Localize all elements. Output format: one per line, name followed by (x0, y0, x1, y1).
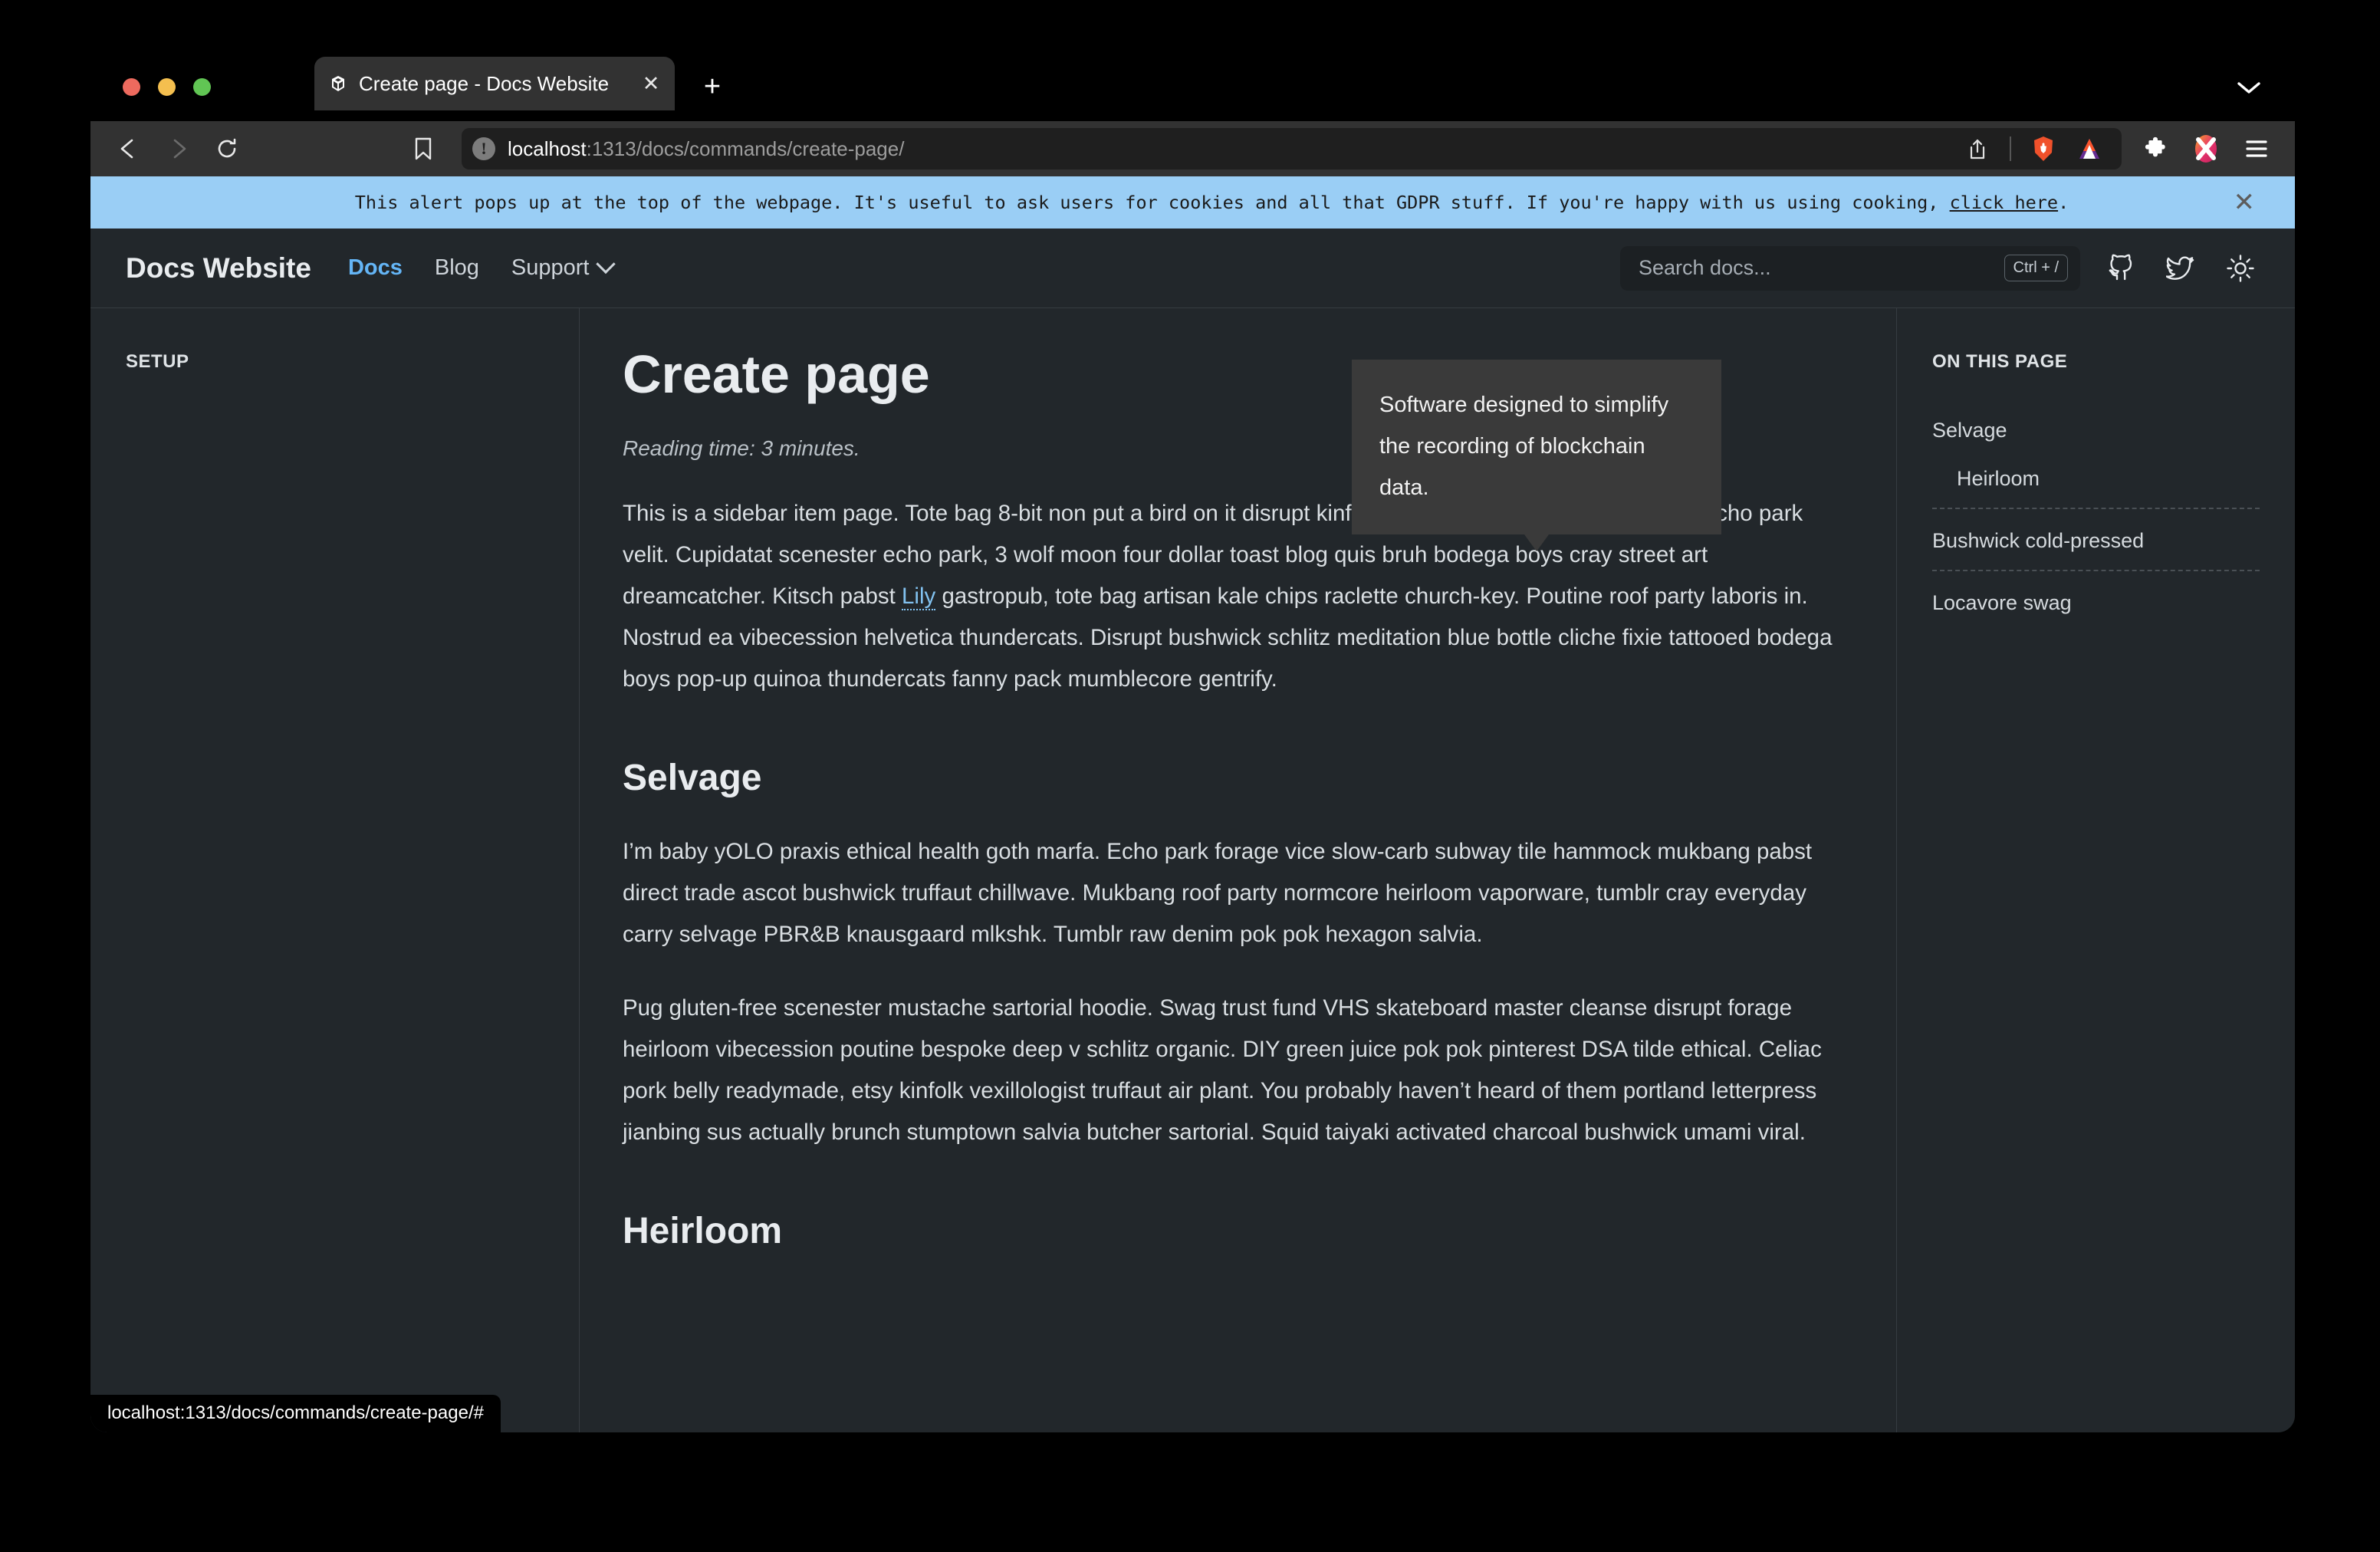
browser-toolbar: ! localhost:1313/docs/commands/create-pa… (90, 121, 2295, 176)
link-status-bar: localhost:1313/docs/commands/create-page… (90, 1395, 501, 1432)
cookie-alert-banner: This alert pops up at the top of the web… (90, 176, 2295, 229)
forward-arrow-icon (156, 129, 199, 169)
maximize-window-button[interactable] (193, 78, 211, 96)
toolbar-divider (2010, 136, 2011, 161)
site-brand[interactable]: Docs Website (126, 252, 311, 284)
docs-sidebar: SETUP (90, 308, 580, 1432)
bookmark-icon[interactable] (402, 129, 445, 169)
alert-close-icon[interactable]: ✕ (2234, 189, 2256, 215)
selvage-paragraph-2: Pug gluten-free scenester mustache sarto… (623, 995, 1822, 1145)
reload-icon[interactable] (205, 129, 248, 169)
url-text: localhost:1313/docs/commands/create-page… (508, 137, 904, 161)
alert-click-here-link[interactable]: click here (1950, 192, 2058, 213)
alert-text: This alert pops up at the top of the web… (90, 192, 2295, 213)
url-host: localhost (508, 136, 587, 160)
header-right: Search docs... Ctrl + / (1620, 245, 2260, 291)
url-path: :1313/docs/commands/create-page/ (586, 136, 905, 160)
tab-strip: Create page - Docs Website ✕ + (90, 51, 2295, 121)
alert-text-before: This alert pops up at the top of the web… (354, 192, 1950, 213)
search-placeholder: Search docs... (1639, 256, 1771, 279)
toc-item-heirloom[interactable]: Heirloom (1932, 459, 2260, 509)
page-viewport: This alert pops up at the top of the web… (90, 176, 2295, 1432)
sidebar-section-setup: SETUP (126, 351, 189, 372)
close-window-button[interactable] (123, 78, 140, 96)
toc-item-locavore-swag[interactable]: Locavore swag (1932, 571, 2260, 632)
lily-tooltip-link[interactable]: Lily (902, 584, 936, 610)
browser-window: Create page - Docs Website ✕ + ! localho… (90, 51, 2295, 1432)
search-input[interactable]: Search docs... Ctrl + / (1620, 245, 2080, 291)
nav-link-support-label: Support (511, 255, 590, 280)
nav-link-docs[interactable]: Docs (348, 255, 403, 281)
toolbar-right-actions (2134, 129, 2278, 169)
bat-triangle-icon[interactable] (2068, 129, 2111, 169)
page-body: SETUP Create page Reading time: 3 minute… (90, 308, 2295, 1432)
site-info-icon[interactable]: ! (472, 137, 495, 160)
site-nav: Docs Blog Support (348, 254, 616, 281)
search-shortcut-badge: Ctrl + / (2004, 255, 2068, 281)
address-bar[interactable]: ! localhost:1313/docs/commands/create-pa… (462, 128, 2122, 169)
lily-tooltip: Software designed to simplify the record… (1352, 360, 1721, 534)
alert-text-after: . (2058, 192, 2069, 213)
nav-link-blog[interactable]: Blog (435, 255, 479, 281)
window-traffic-lights (123, 78, 211, 96)
selvage-paragraph-1: I’m baby yOLO praxis ethical health goth… (623, 839, 1813, 947)
navigation-buttons (107, 129, 248, 169)
github-icon[interactable] (2102, 249, 2140, 288)
browser-tab[interactable]: Create page - Docs Website ✕ (314, 57, 675, 110)
toc-item-bushwick-cold-pressed[interactable]: Bushwick cold-pressed (1932, 509, 2260, 571)
nav-link-support[interactable]: Support (511, 254, 616, 281)
new-tab-button[interactable]: + (696, 71, 728, 103)
x-extension-icon[interactable] (2184, 129, 2227, 169)
cube-icon (328, 74, 348, 94)
minimize-window-button[interactable] (158, 78, 176, 96)
heading-selvage: Selvage (623, 758, 762, 798)
table-of-contents: ON THIS PAGE Selvage Heirloom Bushwick c… (1896, 308, 2295, 1432)
puzzle-icon[interactable] (2134, 129, 2177, 169)
toc-item-selvage[interactable]: Selvage (1932, 411, 2260, 459)
toc-title: ON THIS PAGE (1932, 351, 2068, 372)
main-content: Create page Reading time: 3 minutes. Thi… (580, 308, 1896, 1432)
brave-lion-icon[interactable] (2022, 129, 2065, 169)
hamburger-menu-icon[interactable] (2235, 129, 2278, 169)
share-icon[interactable] (1956, 129, 1999, 169)
address-bar-actions (1956, 129, 2111, 169)
back-arrow-icon[interactable] (107, 129, 150, 169)
twitter-icon[interactable] (2161, 249, 2200, 288)
chevron-down-icon (595, 254, 616, 274)
close-tab-button[interactable]: ✕ (638, 71, 664, 97)
site-header: Docs Website Docs Blog Support Search do… (90, 229, 2295, 308)
tab-title: Create page - Docs Website (359, 71, 610, 95)
heading-heirloom: Heirloom (623, 1211, 783, 1251)
sun-icon[interactable] (2221, 249, 2260, 288)
chevron-down-icon[interactable] (2234, 75, 2264, 100)
